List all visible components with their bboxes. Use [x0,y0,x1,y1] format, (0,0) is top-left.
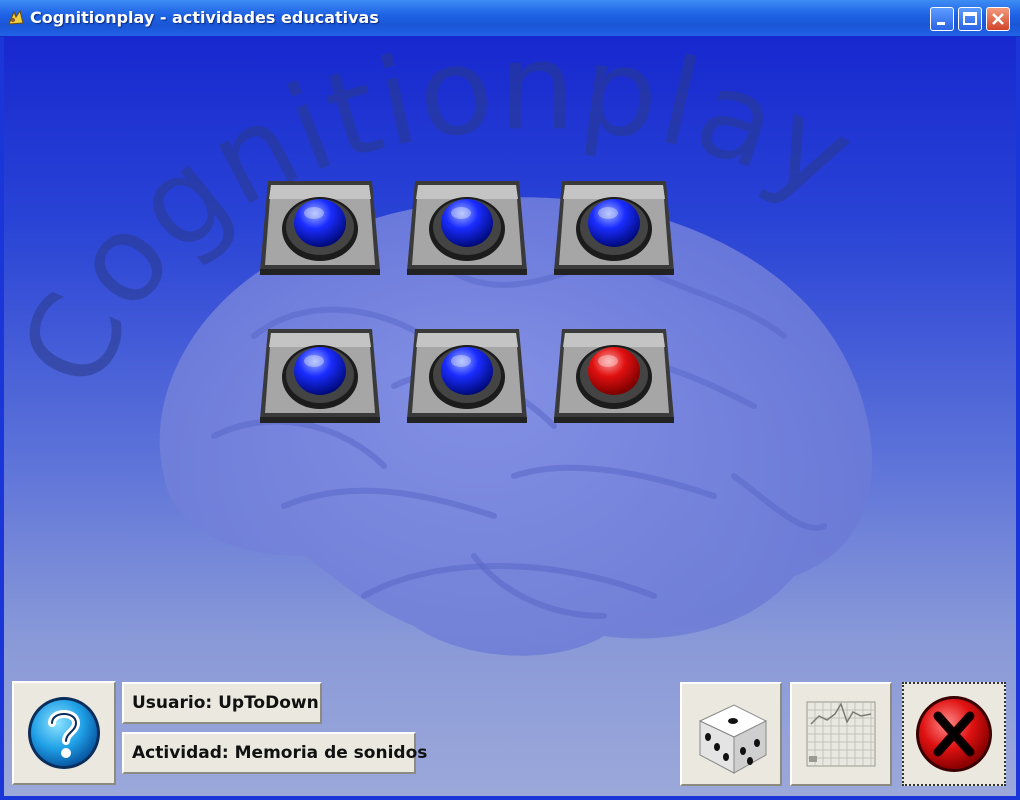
help-icon [28,697,100,769]
activity-label: Actividad: Memoria de sonidos [122,732,427,774]
game-button-graphic [554,181,674,275]
app-icon [8,9,24,25]
client-area: Cognitionplay Usuario: UpToDown Activida… [4,36,1016,796]
minimize-button[interactable] [930,7,954,31]
minimize-icon [937,22,945,25]
light-red [588,347,640,395]
game-button-1[interactable] [258,179,382,277]
maximize-icon [963,12,977,25]
game-button-graphic [407,181,527,275]
dice-icon [698,704,768,774]
game-button-graphic [260,329,380,423]
exit-icon [916,696,992,772]
light-blue [588,199,640,247]
game-button-graphic [260,181,380,275]
window-title: Cognitionplay - actividades educativas [30,8,379,27]
game-button-6[interactable] [552,327,676,425]
light-blue [441,347,493,395]
close-icon [992,13,1004,25]
help-button[interactable] [12,681,116,785]
game-button-3[interactable] [552,179,676,277]
light-blue [441,199,493,247]
dice-button[interactable] [680,682,782,786]
maximize-button[interactable] [958,7,982,31]
statistics-chart-icon [806,701,876,767]
user-label: Usuario: UpToDown [122,682,322,724]
light-blue [294,199,346,247]
game-button-5[interactable] [405,327,529,425]
title-bar[interactable]: Cognitionplay - actividades educativas [0,0,1020,37]
close-button[interactable] [986,7,1010,31]
light-blue [294,347,346,395]
game-button-4[interactable] [258,327,382,425]
exit-button[interactable] [902,682,1006,786]
game-button-graphic [554,329,674,423]
game-button-2[interactable] [405,179,529,277]
statistics-button[interactable] [790,682,892,786]
game-button-graphic [407,329,527,423]
